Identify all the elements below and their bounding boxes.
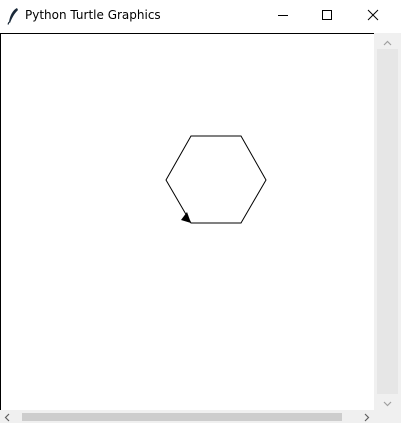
title-bar[interactable]: Python Turtle Graphics [0, 0, 401, 32]
horizontal-scroll-thumb[interactable] [22, 413, 342, 421]
close-button[interactable] [350, 0, 396, 30]
vertical-scrollbar[interactable] [374, 33, 401, 410]
chevron-up-icon [383, 31, 392, 50]
minimize-icon [277, 6, 289, 25]
scroll-down-button[interactable] [374, 394, 401, 408]
chevron-right-icon [364, 407, 370, 423]
close-icon [367, 6, 379, 25]
scroll-left-button[interactable] [0, 410, 14, 423]
chevron-down-icon [383, 392, 392, 411]
minimize-button[interactable] [260, 0, 306, 30]
feather-icon [6, 7, 20, 25]
scroll-up-button[interactable] [374, 33, 401, 47]
scrollbar-corner [374, 410, 401, 423]
chevron-left-icon [4, 407, 10, 423]
scroll-right-button[interactable] [360, 410, 374, 423]
turtle-canvas-area[interactable] [0, 33, 374, 410]
hexagon-shape [165, 135, 267, 224]
window-title: Python Turtle Graphics [25, 8, 161, 22]
horizontal-scrollbar[interactable] [0, 410, 374, 423]
maximize-icon [321, 6, 333, 25]
turtle-arrow-icon [181, 212, 191, 223]
vertical-scroll-track[interactable] [377, 49, 398, 394]
turtle-canvas [165, 135, 267, 224]
maximize-button[interactable] [304, 0, 350, 30]
turtle-window: Python Turtle Graphics [0, 0, 401, 423]
